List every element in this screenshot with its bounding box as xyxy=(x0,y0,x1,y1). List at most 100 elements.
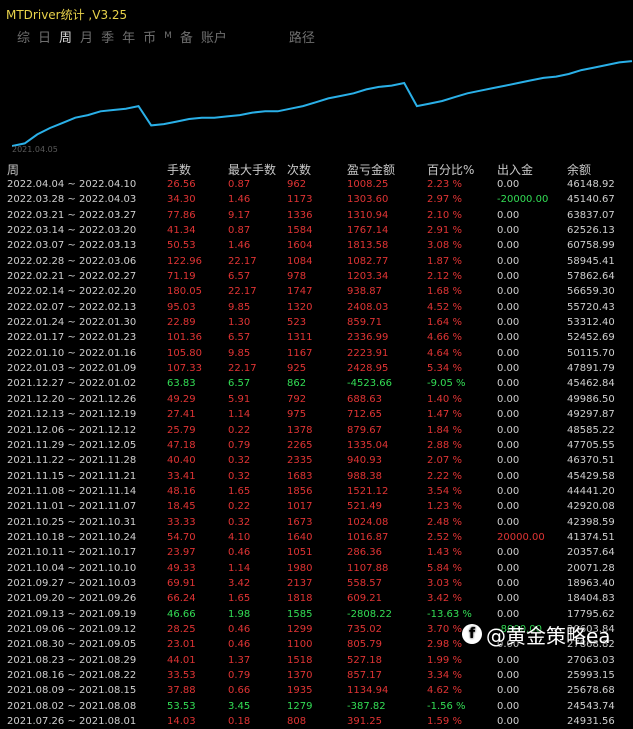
table-row[interactable]: 2021.11.15 ~ 2021.11.21 33.41 0.32 1683 988.… xyxy=(0,469,633,484)
cell-lots: 49.29 xyxy=(167,393,196,405)
table-row[interactable]: 2022.03.28 ~ 2022.04.03 34.30 1.46 1173 1303… xyxy=(0,192,633,207)
cell-lots: 23.97 xyxy=(167,547,196,559)
table-row[interactable]: 2021.12.20 ~ 2021.12.26 49.29 5.91 792 688.6… xyxy=(0,392,633,407)
table-row[interactable]: 2021.11.08 ~ 2021.11.14 48.16 1.65 1856 1521… xyxy=(0,484,633,499)
cell-lots: 101.36 xyxy=(167,332,202,344)
header-count[interactable]: 次数 xyxy=(287,161,311,178)
cell-pct: 2.23 % xyxy=(427,179,462,190)
cell-week: 2021.11.22 ~ 2021.11.28 xyxy=(7,455,137,467)
table-row[interactable]: 2021.10.25 ~ 2021.10.31 33.33 0.32 1673 1024… xyxy=(0,515,633,530)
cell-pct: 2.52 % xyxy=(427,531,462,543)
cell-inout: 0.00 xyxy=(497,577,520,589)
cell-max-lots: 0.87 xyxy=(228,225,251,237)
cell-week: 2021.08.23 ~ 2021.08.29 xyxy=(7,654,137,666)
header-balance[interactable]: 余额 xyxy=(567,161,591,178)
cell-balance: 42920.08 xyxy=(567,501,615,513)
tab-2[interactable]: 周 xyxy=(59,27,72,46)
tab-8[interactable]: 备 xyxy=(180,27,193,46)
table-row[interactable]: 2021.11.22 ~ 2021.11.28 40.40 0.32 2335 940.… xyxy=(0,453,633,468)
table-row[interactable]: 2021.08.02 ~ 2021.08.08 53.53 3.45 1279 -387… xyxy=(0,699,633,714)
cell-pct: 3.08 % xyxy=(427,240,462,252)
tab-4[interactable]: 季 xyxy=(101,27,114,46)
table-row[interactable]: 2022.04.04 ~ 2022.04.10 26.56 0.87 962 1008.… xyxy=(0,177,633,192)
cell-count: 1017 xyxy=(287,501,313,513)
table-row[interactable]: 2021.12.27 ~ 2022.01.02 63.83 6.57 862 -4523… xyxy=(0,376,633,391)
cell-pct: 1.99 % xyxy=(427,654,462,666)
tab-6[interactable]: 币 xyxy=(143,27,156,46)
cell-balance: 47705.55 xyxy=(567,439,615,451)
balance-chart-svg xyxy=(12,60,633,147)
cell-pct: 2.91 % xyxy=(427,225,462,237)
header-week[interactable]: 周 xyxy=(7,161,19,178)
header-lots[interactable]: 手数 xyxy=(167,161,191,178)
cell-lots: 44.01 xyxy=(167,654,196,666)
cell-inout: 0.00 xyxy=(497,593,520,605)
cell-pnl: 2336.99 xyxy=(347,332,389,344)
cell-max-lots: 1.65 xyxy=(228,485,251,497)
cell-pct: 2.88 % xyxy=(427,439,462,451)
cell-balance: 20071.28 xyxy=(567,562,615,574)
table-row[interactable]: 2022.01.03 ~ 2022.01.09 107.33 22.17 925 242… xyxy=(0,361,633,376)
header-max-lots[interactable]: 最大手数 xyxy=(228,161,276,178)
table-row[interactable]: 2021.09.20 ~ 2021.09.26 66.24 1.65 1818 609.… xyxy=(0,591,633,606)
tab-path[interactable]: 路径 xyxy=(289,27,315,46)
cell-count: 1167 xyxy=(287,347,313,359)
header-deposit-withdraw[interactable]: 出入金 xyxy=(497,161,533,178)
tab-9[interactable]: 账户 xyxy=(201,27,227,46)
table-row[interactable]: 2022.01.10 ~ 2022.01.16 105.80 9.85 1167 222… xyxy=(0,346,633,361)
cell-lots: 122.96 xyxy=(167,255,202,267)
tab-0[interactable]: 综 xyxy=(17,27,30,46)
table-row[interactable]: 2021.11.01 ~ 2021.11.07 18.45 0.22 1017 521.… xyxy=(0,499,633,514)
cell-pnl: 1303.60 xyxy=(347,194,389,206)
table-row[interactable]: 2021.08.09 ~ 2021.08.15 37.88 0.66 1935 1134… xyxy=(0,683,633,698)
table-row[interactable]: 2021.10.11 ~ 2021.10.17 23.97 0.46 1051 286.… xyxy=(0,545,633,560)
table-row[interactable]: 2021.10.18 ~ 2021.10.24 54.70 4.10 1640 1016… xyxy=(0,530,633,545)
table-row[interactable]: 2021.10.04 ~ 2021.10.10 49.33 1.14 1980 1107… xyxy=(0,561,633,576)
watermark-logo-icon: f xyxy=(462,624,482,644)
cell-balance: 18404.83 xyxy=(567,593,615,605)
cell-pct: 4.62 % xyxy=(427,685,462,697)
cell-lots: 23.01 xyxy=(167,639,196,651)
cell-pct: 1.23 % xyxy=(427,501,462,513)
table-row[interactable]: 2022.02.14 ~ 2022.02.20 180.05 22.17 1747 93… xyxy=(0,284,633,299)
cell-max-lots: 0.46 xyxy=(228,547,251,559)
table-row[interactable]: 2022.02.21 ~ 2022.02.27 71.19 6.57 978 1203.… xyxy=(0,269,633,284)
cell-max-lots: 22.17 xyxy=(228,363,257,375)
header-pnl[interactable]: 盈亏金额 xyxy=(347,161,395,178)
table-row[interactable]: 2022.02.28 ~ 2022.03.06 122.96 22.17 1084 10… xyxy=(0,254,633,269)
tab-5[interactable]: 年 xyxy=(122,27,135,46)
cell-count: 1051 xyxy=(287,547,313,559)
tab-1[interactable]: 日 xyxy=(38,27,51,46)
table-row[interactable]: 2022.01.24 ~ 2022.01.30 22.89 1.30 523 859.7… xyxy=(0,315,633,330)
cell-lots: 53.53 xyxy=(167,700,196,712)
tab-3[interactable]: 月 xyxy=(80,27,93,46)
cell-balance: 44441.20 xyxy=(567,485,615,497)
cell-max-lots: 0.79 xyxy=(228,439,251,451)
cell-inout: 0.00 xyxy=(497,317,520,329)
cell-pnl: 805.79 xyxy=(347,639,382,651)
cell-inout: 0.00 xyxy=(497,716,520,728)
table-row[interactable]: 2021.11.29 ~ 2021.12.05 47.18 0.79 2265 1335… xyxy=(0,438,633,453)
table-row[interactable]: 2021.12.13 ~ 2021.12.19 27.41 1.14 975 712.6… xyxy=(0,407,633,422)
cell-lots: 46.66 xyxy=(167,608,196,620)
table-row[interactable]: 2022.01.17 ~ 2022.01.23 101.36 6.57 1311 233… xyxy=(0,330,633,345)
table-row[interactable]: 2021.07.26 ~ 2021.08.01 14.03 0.18 808 391.2… xyxy=(0,714,633,729)
table-row[interactable]: 2021.09.27 ~ 2021.10.03 69.91 3.42 2137 558.… xyxy=(0,576,633,591)
header-percent[interactable]: 百分比% xyxy=(427,161,474,178)
cell-inout: 0.00 xyxy=(497,455,520,467)
cell-inout: 0.00 xyxy=(497,240,520,252)
table-row[interactable]: 2022.03.21 ~ 2022.03.27 77.86 9.17 1336 1310… xyxy=(0,208,633,223)
cell-pct: 1.64 % xyxy=(427,317,462,329)
cell-week: 2021.12.06 ~ 2021.12.12 xyxy=(7,424,137,436)
cell-lots: 107.33 xyxy=(167,363,202,375)
table-row[interactable]: 2022.03.07 ~ 2022.03.13 50.53 1.46 1604 1813… xyxy=(0,238,633,253)
table-row[interactable]: 2022.03.14 ~ 2022.03.20 41.34 0.87 1584 1767… xyxy=(0,223,633,238)
cell-pct: -9.05 % xyxy=(427,378,466,390)
cell-week: 2021.08.02 ~ 2021.08.08 xyxy=(7,700,137,712)
table-row[interactable]: 2021.08.23 ~ 2021.08.29 44.01 1.37 1518 527.… xyxy=(0,653,633,668)
cell-pct: 4.66 % xyxy=(427,332,462,344)
table-row[interactable]: 2022.02.07 ~ 2022.02.13 95.03 9.85 1320 2408… xyxy=(0,300,633,315)
tab-7[interactable]: M xyxy=(164,31,172,41)
cell-week: 2021.10.18 ~ 2021.10.24 xyxy=(7,531,137,543)
table-row[interactable]: 2021.12.06 ~ 2021.12.12 25.79 0.22 1378 879.… xyxy=(0,423,633,438)
